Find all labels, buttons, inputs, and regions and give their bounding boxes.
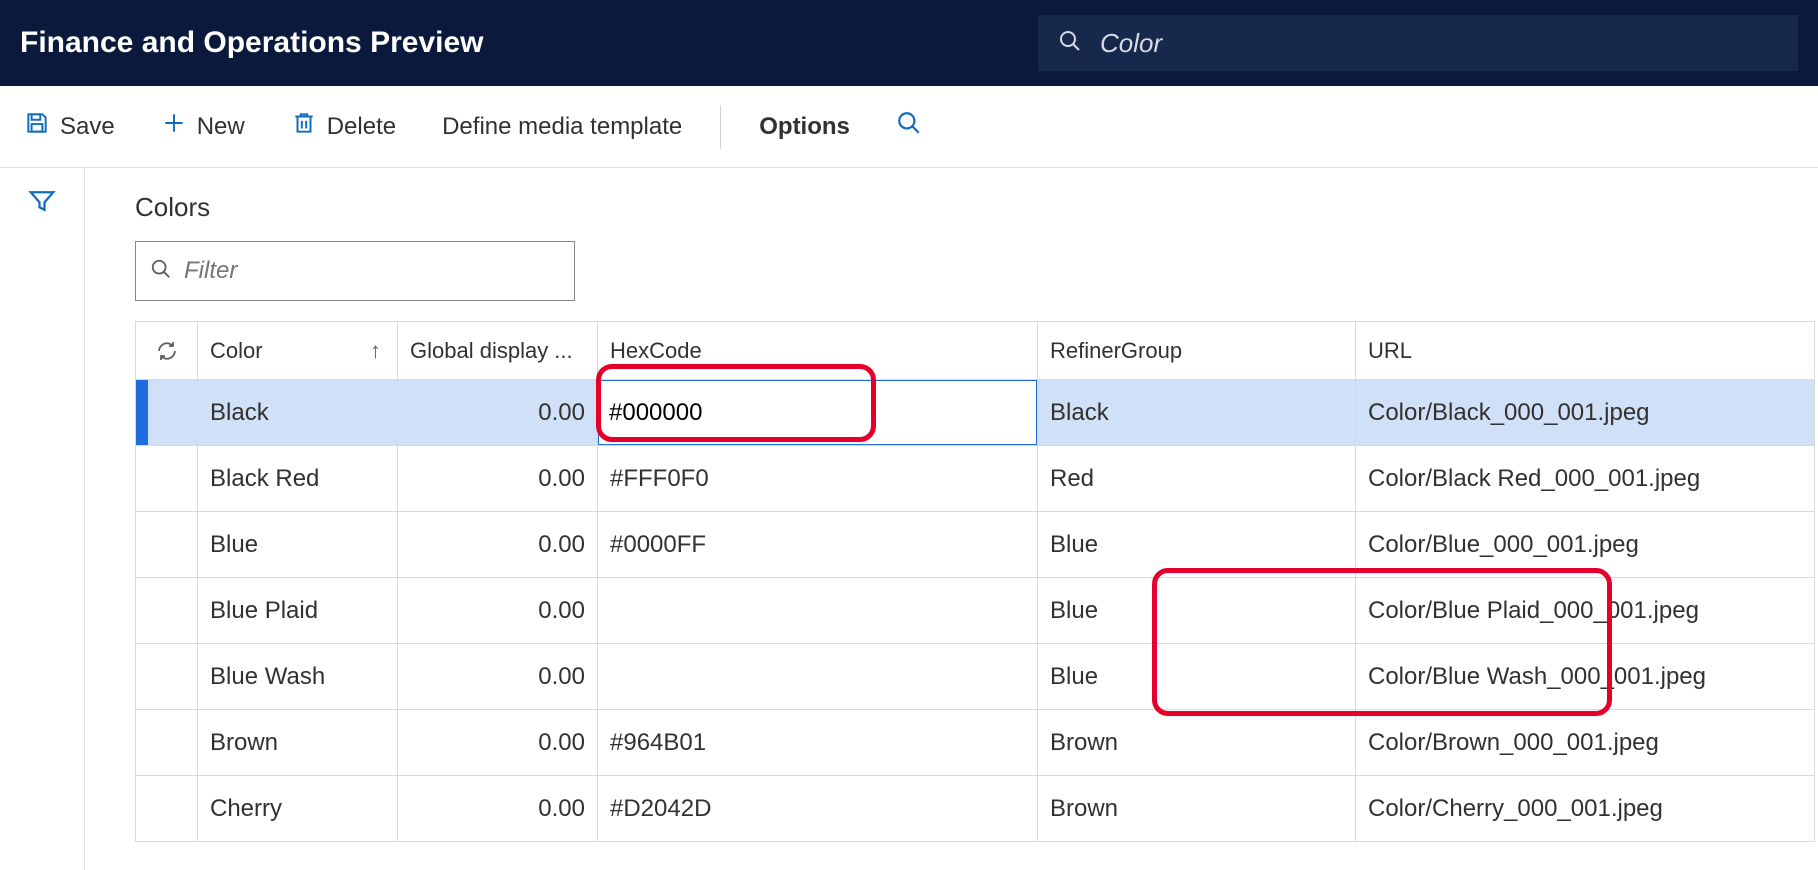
define-media-label: Define media template: [442, 113, 682, 141]
row-selector-cell[interactable]: [136, 644, 198, 709]
color-header-label: Color: [210, 338, 263, 364]
color-cell[interactable]: Black: [198, 380, 398, 445]
table-row[interactable]: Brown0.00#964B01BrownColor/Brown_000_001…: [136, 710, 1814, 776]
refiner-cell[interactable]: Brown: [1038, 710, 1356, 775]
row-selector-cell[interactable]: [136, 446, 198, 511]
url-header-label: URL: [1368, 338, 1412, 364]
options-label: Options: [759, 113, 850, 141]
refiner-cell[interactable]: Black: [1038, 380, 1356, 445]
save-label: Save: [60, 113, 115, 141]
filter-box[interactable]: [135, 241, 575, 301]
row-selector-cell[interactable]: [136, 710, 198, 775]
table-row[interactable]: Cherry0.00#D2042DBrownColor/Cherry_000_0…: [136, 776, 1814, 842]
table-row[interactable]: Blue0.00#0000FFBlueColor/Blue_000_001.jp…: [136, 512, 1814, 578]
hexcode-cell[interactable]: [598, 380, 1038, 445]
hexcode-edit-wrap[interactable]: [598, 380, 1037, 445]
action-toolbar: Save New Delete Define media template Op…: [0, 86, 1818, 168]
color-cell[interactable]: Blue: [198, 512, 398, 577]
search-icon: [1058, 29, 1100, 58]
global-display-cell[interactable]: 0.00: [398, 512, 598, 577]
hexcode-cell[interactable]: #FFF0F0: [598, 446, 1038, 511]
global-display-cell[interactable]: 0.00: [398, 710, 598, 775]
refiner-cell[interactable]: Red: [1038, 446, 1356, 511]
table-row[interactable]: Black0.00BlackColor/Black_000_001.jpeg: [136, 380, 1814, 446]
url-cell[interactable]: Color/Brown_000_001.jpeg: [1356, 710, 1814, 775]
global-display-cell[interactable]: 0.00: [398, 776, 598, 841]
row-selector-cell[interactable]: [136, 578, 198, 643]
global-display-cell[interactable]: 0.00: [398, 380, 598, 445]
define-media-template-button[interactable]: Define media template: [434, 107, 690, 147]
app-header: Finance and Operations Preview Color: [0, 0, 1818, 86]
color-cell[interactable]: Brown: [198, 710, 398, 775]
color-cell[interactable]: Black Red: [198, 446, 398, 511]
refiner-cell[interactable]: Brown: [1038, 776, 1356, 841]
global-search-text: Color: [1100, 28, 1162, 59]
hexcode-input[interactable]: [599, 381, 839, 444]
hexcode-cell[interactable]: [598, 644, 1038, 709]
plus-icon: [161, 110, 187, 143]
new-label: New: [197, 113, 245, 141]
hexcode-cell[interactable]: #D2042D: [598, 776, 1038, 841]
toolbar-search-button[interactable]: [888, 104, 930, 149]
row-selector-cell[interactable]: [136, 512, 198, 577]
save-icon: [24, 110, 50, 143]
refiner-cell[interactable]: Blue: [1038, 644, 1356, 709]
url-cell[interactable]: Color/Black_000_001.jpeg: [1356, 380, 1814, 445]
refiner-cell[interactable]: Blue: [1038, 512, 1356, 577]
search-icon: [896, 110, 922, 143]
table-header-row: Color ↑ Global display ... HexCode Refin…: [136, 322, 1814, 380]
trash-icon: [291, 110, 317, 143]
global-display-cell[interactable]: 0.00: [398, 578, 598, 643]
delete-button[interactable]: Delete: [283, 104, 404, 149]
global-display-cell[interactable]: 0.00: [398, 644, 598, 709]
options-button[interactable]: Options: [751, 107, 858, 147]
colors-table: Color ↑ Global display ... HexCode Refin…: [135, 321, 1815, 842]
toolbar-separator: [720, 105, 721, 149]
table-row[interactable]: Blue Wash0.00 BlueColor/Blue Wash_000_001…: [136, 644, 1814, 710]
color-cell[interactable]: Blue Wash: [198, 644, 398, 709]
color-cell[interactable]: Cherry: [198, 776, 398, 841]
hexcode-cell[interactable]: #964B01: [598, 710, 1038, 775]
global-display-column-header[interactable]: Global display ...: [398, 322, 598, 379]
filter-icon[interactable]: [27, 186, 57, 221]
main-area: Colors Color ↑: [0, 168, 1818, 870]
hexcode-cell[interactable]: #0000FF: [598, 512, 1038, 577]
url-column-header[interactable]: URL: [1356, 322, 1814, 379]
hexcode-column-header[interactable]: HexCode: [598, 322, 1038, 379]
new-button[interactable]: New: [153, 104, 253, 149]
search-icon: [150, 258, 172, 285]
url-cell[interactable]: Color/Blue Wash_000_001.jpeg: [1356, 644, 1814, 709]
left-rail: [0, 168, 85, 870]
save-button[interactable]: Save: [16, 104, 123, 149]
hexcode-cell[interactable]: [598, 578, 1038, 643]
app-title: Finance and Operations Preview: [20, 26, 483, 60]
sort-ascending-icon: ↑: [370, 338, 385, 364]
row-selector-cell[interactable]: [136, 776, 198, 841]
refresh-column-header[interactable]: [136, 322, 198, 379]
color-column-header[interactable]: Color ↑: [198, 322, 398, 379]
page-title: Colors: [135, 192, 1818, 223]
filter-input[interactable]: [184, 257, 560, 285]
refiner-column-header[interactable]: RefinerGroup: [1038, 322, 1356, 379]
refiner-cell[interactable]: Blue: [1038, 578, 1356, 643]
global-header-label: Global display ...: [410, 338, 573, 364]
global-display-cell[interactable]: 0.00: [398, 446, 598, 511]
url-cell[interactable]: Color/Black Red_000_001.jpeg: [1356, 446, 1814, 511]
url-cell[interactable]: Color/Cherry_000_001.jpeg: [1356, 776, 1814, 841]
color-cell[interactable]: Blue Plaid: [198, 578, 398, 643]
table-row[interactable]: Black Red0.00#FFF0F0RedColor/Black Red_0…: [136, 446, 1814, 512]
delete-label: Delete: [327, 113, 396, 141]
row-selector-cell[interactable]: [136, 380, 198, 445]
content-panel: Colors Color ↑: [85, 168, 1818, 870]
url-cell[interactable]: Color/Blue_000_001.jpeg: [1356, 512, 1814, 577]
url-cell[interactable]: Color/Blue Plaid_000_001.jpeg: [1356, 578, 1814, 643]
selected-row-indicator: [136, 380, 148, 445]
table-row[interactable]: Blue Plaid0.00 BlueColor/Blue Plaid_000_0…: [136, 578, 1814, 644]
global-search[interactable]: Color: [1038, 15, 1798, 71]
hex-header-label: HexCode: [610, 338, 702, 364]
refiner-header-label: RefinerGroup: [1050, 338, 1182, 364]
